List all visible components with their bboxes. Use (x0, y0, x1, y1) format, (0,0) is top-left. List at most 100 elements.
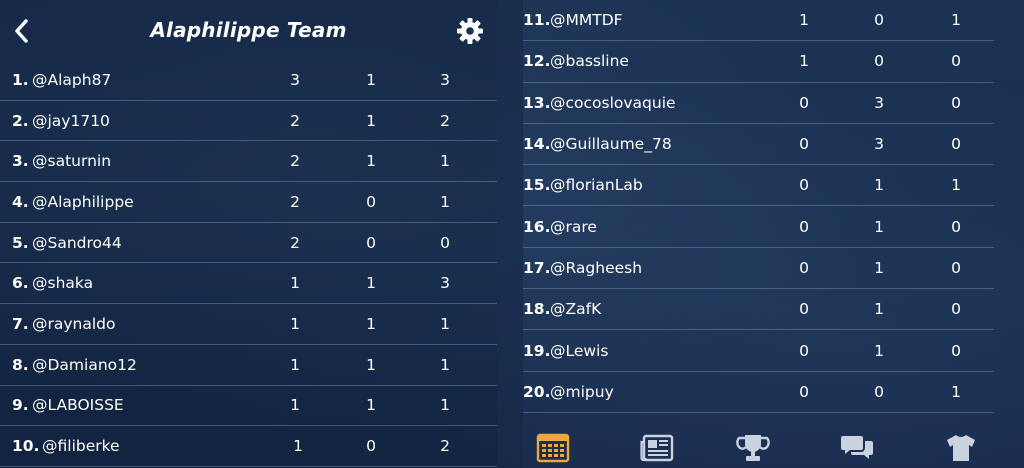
stat-value-2: 1 (874, 258, 884, 277)
username: @Sandro44 (32, 233, 122, 252)
username: @mipuy (550, 382, 614, 401)
table-row[interactable]: 16. @rare 0 1 0 (523, 206, 994, 248)
table-row[interactable]: 7. @raynaldo 1 1 1 (0, 304, 497, 345)
stat-value-1: 0 (799, 176, 809, 195)
page-title: Alaphilippe Team (150, 18, 347, 42)
stat-value-2: 1 (366, 152, 376, 171)
table-row[interactable]: 6. @shaka 1 1 3 (0, 263, 497, 305)
table-row[interactable]: 13. @cocoslovaquie 0 3 0 (523, 83, 994, 124)
rank-label: 8. (12, 355, 29, 374)
stat-value-2: 1 (366, 396, 376, 415)
stat-value-3: 1 (440, 192, 450, 211)
stat-value-2: 1 (874, 341, 884, 360)
table-row[interactable]: 11. @MMTDF 1 0 1 (523, 0, 994, 42)
username: @Ragheesh (550, 258, 643, 277)
stat-value-3: 0 (951, 52, 961, 71)
table-row[interactable]: 15. @florianLab 0 1 1 (523, 165, 994, 207)
username: @florianLab (550, 176, 643, 195)
username: @raynaldo (32, 314, 116, 333)
tab-trophy[interactable] (735, 432, 771, 464)
username: @Guillaume_78 (550, 135, 672, 154)
stat-value-1: 1 (799, 52, 809, 71)
username: @cocoslovaquie (550, 93, 676, 112)
stat-value-3: 0 (951, 341, 961, 360)
stat-value-3: 1 (440, 396, 450, 415)
stat-value-2: 0 (366, 233, 376, 252)
stat-value-1: 2 (290, 233, 300, 252)
ranking-list-right: 11. @MMTDF 1 0 1 12. @bassline 1 0 0 13. @cocoslova… (523, 0, 994, 413)
table-row[interactable]: 19. @Lewis 0 1 0 (523, 330, 994, 372)
table-row[interactable]: 3. @saturnin 2 1 1 (0, 141, 497, 183)
rank-label: 11. (523, 11, 551, 30)
tab-news[interactable] (639, 432, 675, 464)
username: @Alaph87 (32, 70, 112, 89)
bottom-tab-bar (497, 422, 1024, 468)
username: @rare (550, 217, 597, 236)
rank-label: 12. (523, 52, 551, 71)
username: @Lewis (550, 341, 609, 360)
stat-value-1: 1 (290, 314, 300, 333)
stat-value-2: 3 (874, 93, 884, 112)
username: @filiberke (42, 437, 120, 456)
stat-value-1: 1 (290, 355, 300, 374)
stat-value-1: 0 (799, 135, 809, 154)
table-row[interactable]: 5. @Sandro44 2 0 0 (0, 223, 497, 264)
stat-value-3: 0 (951, 135, 961, 154)
stat-value-2: 1 (874, 300, 884, 319)
stat-value-2: 0 (366, 192, 376, 211)
trophy-icon (736, 435, 770, 461)
rank-label: 10. (12, 437, 40, 456)
stat-value-2: 1 (366, 111, 376, 130)
stat-value-1: 3 (290, 70, 300, 89)
stat-value-2: 1 (874, 176, 884, 195)
ranking-list-left: 1. @Alaph87 3 1 3 2. @jay1710 2 1 2 3. @saturnin 2 1 1… (0, 60, 497, 467)
stat-value-3: 3 (440, 70, 450, 89)
table-row[interactable]: 20. @mipuy 0 0 1 (523, 372, 994, 413)
rank-label: 13. (523, 93, 551, 112)
rank-label: 17. (523, 258, 551, 277)
table-row[interactable]: 14. @Guillaume_78 0 3 0 (523, 124, 994, 166)
stat-value-3: 1 (951, 382, 961, 401)
stat-value-3: 2 (440, 111, 450, 130)
stat-value-1: 1 (293, 437, 303, 456)
stat-value-1: 1 (290, 274, 300, 293)
rank-label: 15. (523, 176, 551, 195)
stat-value-2: 1 (366, 314, 376, 333)
stat-value-2: 0 (874, 52, 884, 71)
stat-value-1: 0 (799, 300, 809, 319)
tab-chat[interactable] (839, 432, 875, 464)
table-row[interactable]: 12. @bassline 1 0 0 (523, 41, 994, 83)
table-row[interactable]: 1. @Alaph87 3 1 3 (0, 60, 497, 101)
rank-label: 4. (12, 192, 29, 211)
table-row[interactable]: 18. @ZafK 0 1 0 (523, 289, 994, 331)
stat-value-3: 2 (440, 437, 450, 456)
settings-button[interactable] (455, 16, 485, 46)
rank-label: 16. (523, 217, 551, 236)
table-row[interactable]: 8. @Damiano12 1 1 1 (0, 345, 497, 386)
rank-label: 9. (12, 396, 29, 415)
stat-value-3: 1 (440, 314, 450, 333)
username: @shaka (32, 274, 94, 293)
stat-value-1: 1 (799, 11, 809, 30)
rank-label: 1. (12, 70, 29, 89)
calendar-icon (536, 433, 570, 463)
stat-value-3: 1 (440, 152, 450, 171)
rank-label: 19. (523, 341, 551, 360)
table-row[interactable]: 10. @filiberke 1 0 2 (0, 426, 497, 467)
rank-label: 2. (12, 111, 29, 130)
table-row[interactable]: 2. @jay1710 2 1 2 (0, 101, 497, 142)
jersey-icon (947, 435, 975, 461)
username: @ZafK (550, 300, 602, 319)
rank-label: 3. (12, 152, 29, 171)
tab-jersey[interactable] (943, 432, 979, 464)
username: @MMTDF (550, 11, 623, 30)
stat-value-1: 0 (799, 217, 809, 236)
table-row[interactable]: 9. @LABOISSE 1 1 1 (0, 386, 497, 427)
tab-calendar[interactable] (535, 432, 571, 464)
table-row[interactable]: 17. @Ragheesh 0 1 0 (523, 248, 994, 290)
stat-value-2: 1 (366, 274, 376, 293)
username: @bassline (550, 52, 629, 71)
table-row[interactable]: 4. @Alaphilippe 2 0 1 (0, 182, 497, 223)
username: @Damiano12 (32, 355, 137, 374)
username: @saturnin (32, 152, 112, 171)
